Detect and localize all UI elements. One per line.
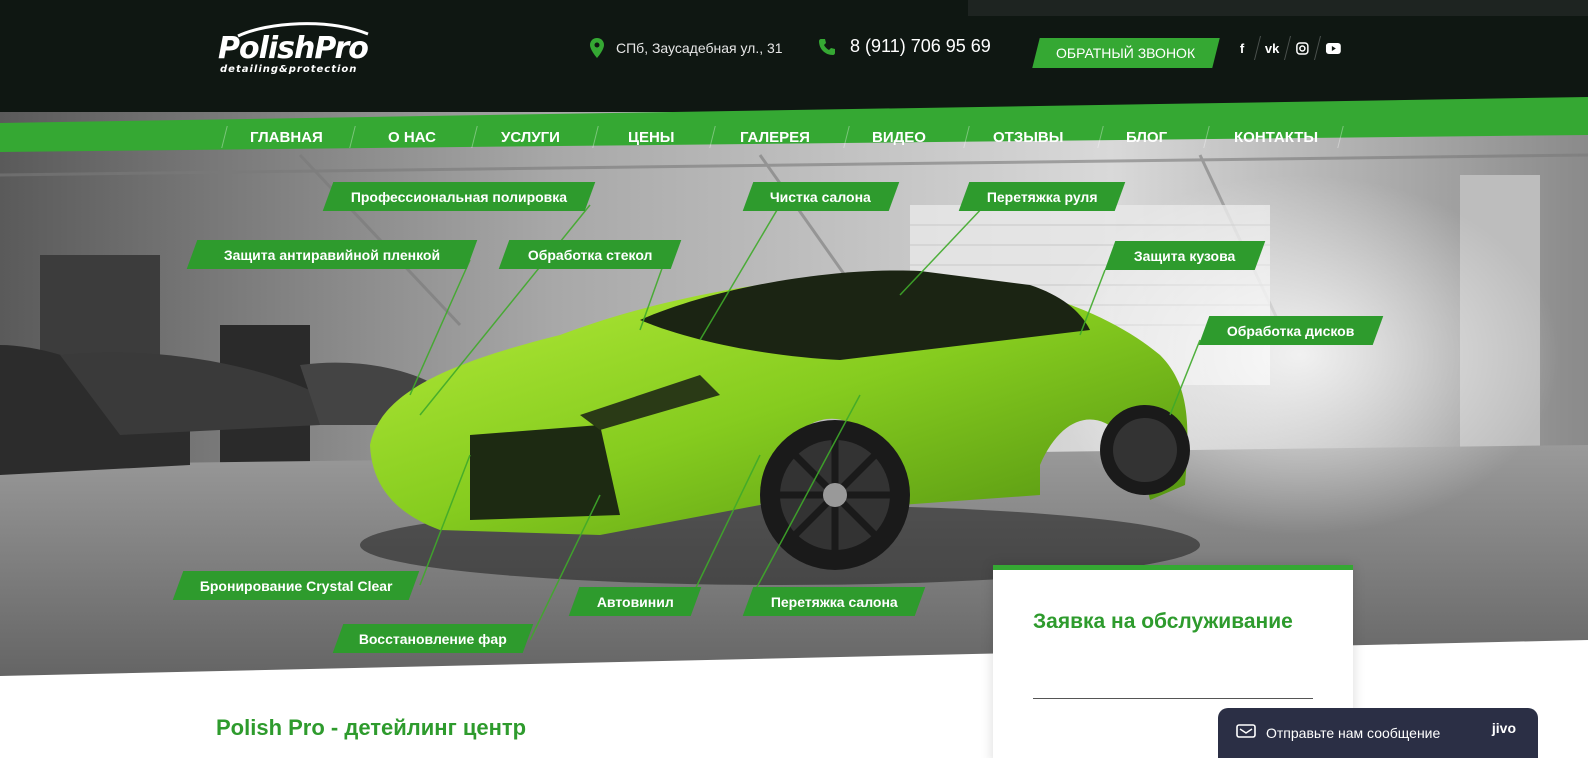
main-nav: ГЛАВНАЯ О НАС УСЛУГИ ЦЕНЫ ГАЛЕРЕЯ ВИДЕО …: [0, 122, 1588, 152]
page-title: Polish Pro - детейлинг центр: [216, 715, 527, 740]
address-text: СПб, Заусадебная ул., 31: [616, 40, 783, 56]
nav-separator: [221, 126, 228, 148]
phone-icon: [819, 38, 835, 55]
nav-item-services[interactable]: УСЛУГИ: [501, 122, 560, 152]
logo-subtitle: detailing&protection: [220, 64, 358, 75]
nav-item-contacts[interactable]: КОНТАКТЫ: [1234, 122, 1318, 152]
service-tag-wheels-treatment[interactable]: Обработка дисков: [1198, 316, 1384, 345]
service-tag-autovinyl[interactable]: Автовинил: [568, 587, 702, 616]
nav-item-blog[interactable]: БЛОГ: [1126, 122, 1167, 152]
chat-label: Отправьте нам сообщение: [1266, 725, 1441, 741]
service-tag-steering-wheel[interactable]: Перетяжка руля: [958, 182, 1126, 211]
logo[interactable]: PolishPro detailing&protection: [218, 18, 390, 78]
nav-item-about[interactable]: О НАС: [388, 122, 436, 152]
callback-label: ОБРАТНЫЙ ЗВОНОК: [1056, 45, 1196, 61]
phone[interactable]: 8 (911) 706 95 69: [818, 36, 991, 57]
form-input-line[interactable]: [1033, 698, 1313, 699]
nav-item-prices[interactable]: ЦЕНЫ: [628, 122, 674, 152]
service-tag-polishing[interactable]: Профессиональная полировка: [322, 182, 596, 211]
nav-item-gallery[interactable]: ГАЛЕРЕЯ: [740, 122, 810, 152]
address: СПб, Заусадебная ул., 31: [590, 38, 783, 58]
service-tag-glass-treatment[interactable]: Обработка стекол: [498, 240, 682, 269]
form-title: Заявка на обслуживание: [1033, 610, 1293, 633]
phone-number[interactable]: 8 (911) 706 95 69: [850, 36, 991, 57]
youtube-icon[interactable]: [1315, 36, 1351, 60]
service-tag-antigravel-film[interactable]: Защита антиравийной пленкой: [186, 240, 478, 269]
nav-separator: [592, 126, 599, 148]
service-tag-body-protection[interactable]: Защита кузова: [1104, 241, 1266, 270]
nav-item-video[interactable]: ВИДЕО: [872, 122, 926, 152]
header-accent: [968, 0, 1588, 16]
map-pin-icon: [590, 38, 604, 58]
message-icon: [1236, 724, 1256, 738]
chat-brand: jivo: [1491, 720, 1516, 736]
nav-separator: [963, 126, 970, 148]
nav-separator: [1203, 126, 1210, 148]
nav-separator: [349, 126, 356, 148]
nav-separator: [471, 126, 478, 148]
nav-separator: [1337, 126, 1344, 148]
social-links: f vk: [1225, 36, 1351, 60]
chat-widget[interactable]: Отправьте нам сообщение jivo: [1218, 708, 1538, 758]
callback-button[interactable]: ОБРАТНЫЙ ЗВОНОК: [1032, 38, 1220, 68]
nav-item-home[interactable]: ГЛАВНАЯ: [250, 122, 323, 152]
nav-separator: [709, 126, 716, 148]
service-tag-crystal-clear[interactable]: Бронирование Crystal Clear: [172, 571, 420, 600]
service-tag-interior-upholstery[interactable]: Перетяжка салона: [742, 587, 926, 616]
service-tag-interior-cleaning[interactable]: Чистка салона: [742, 182, 900, 211]
nav-item-reviews[interactable]: ОТЗЫВЫ: [993, 122, 1063, 152]
nav-separator: [843, 126, 850, 148]
nav-separator: [1097, 126, 1104, 148]
logo-title: PolishPro: [218, 31, 369, 66]
